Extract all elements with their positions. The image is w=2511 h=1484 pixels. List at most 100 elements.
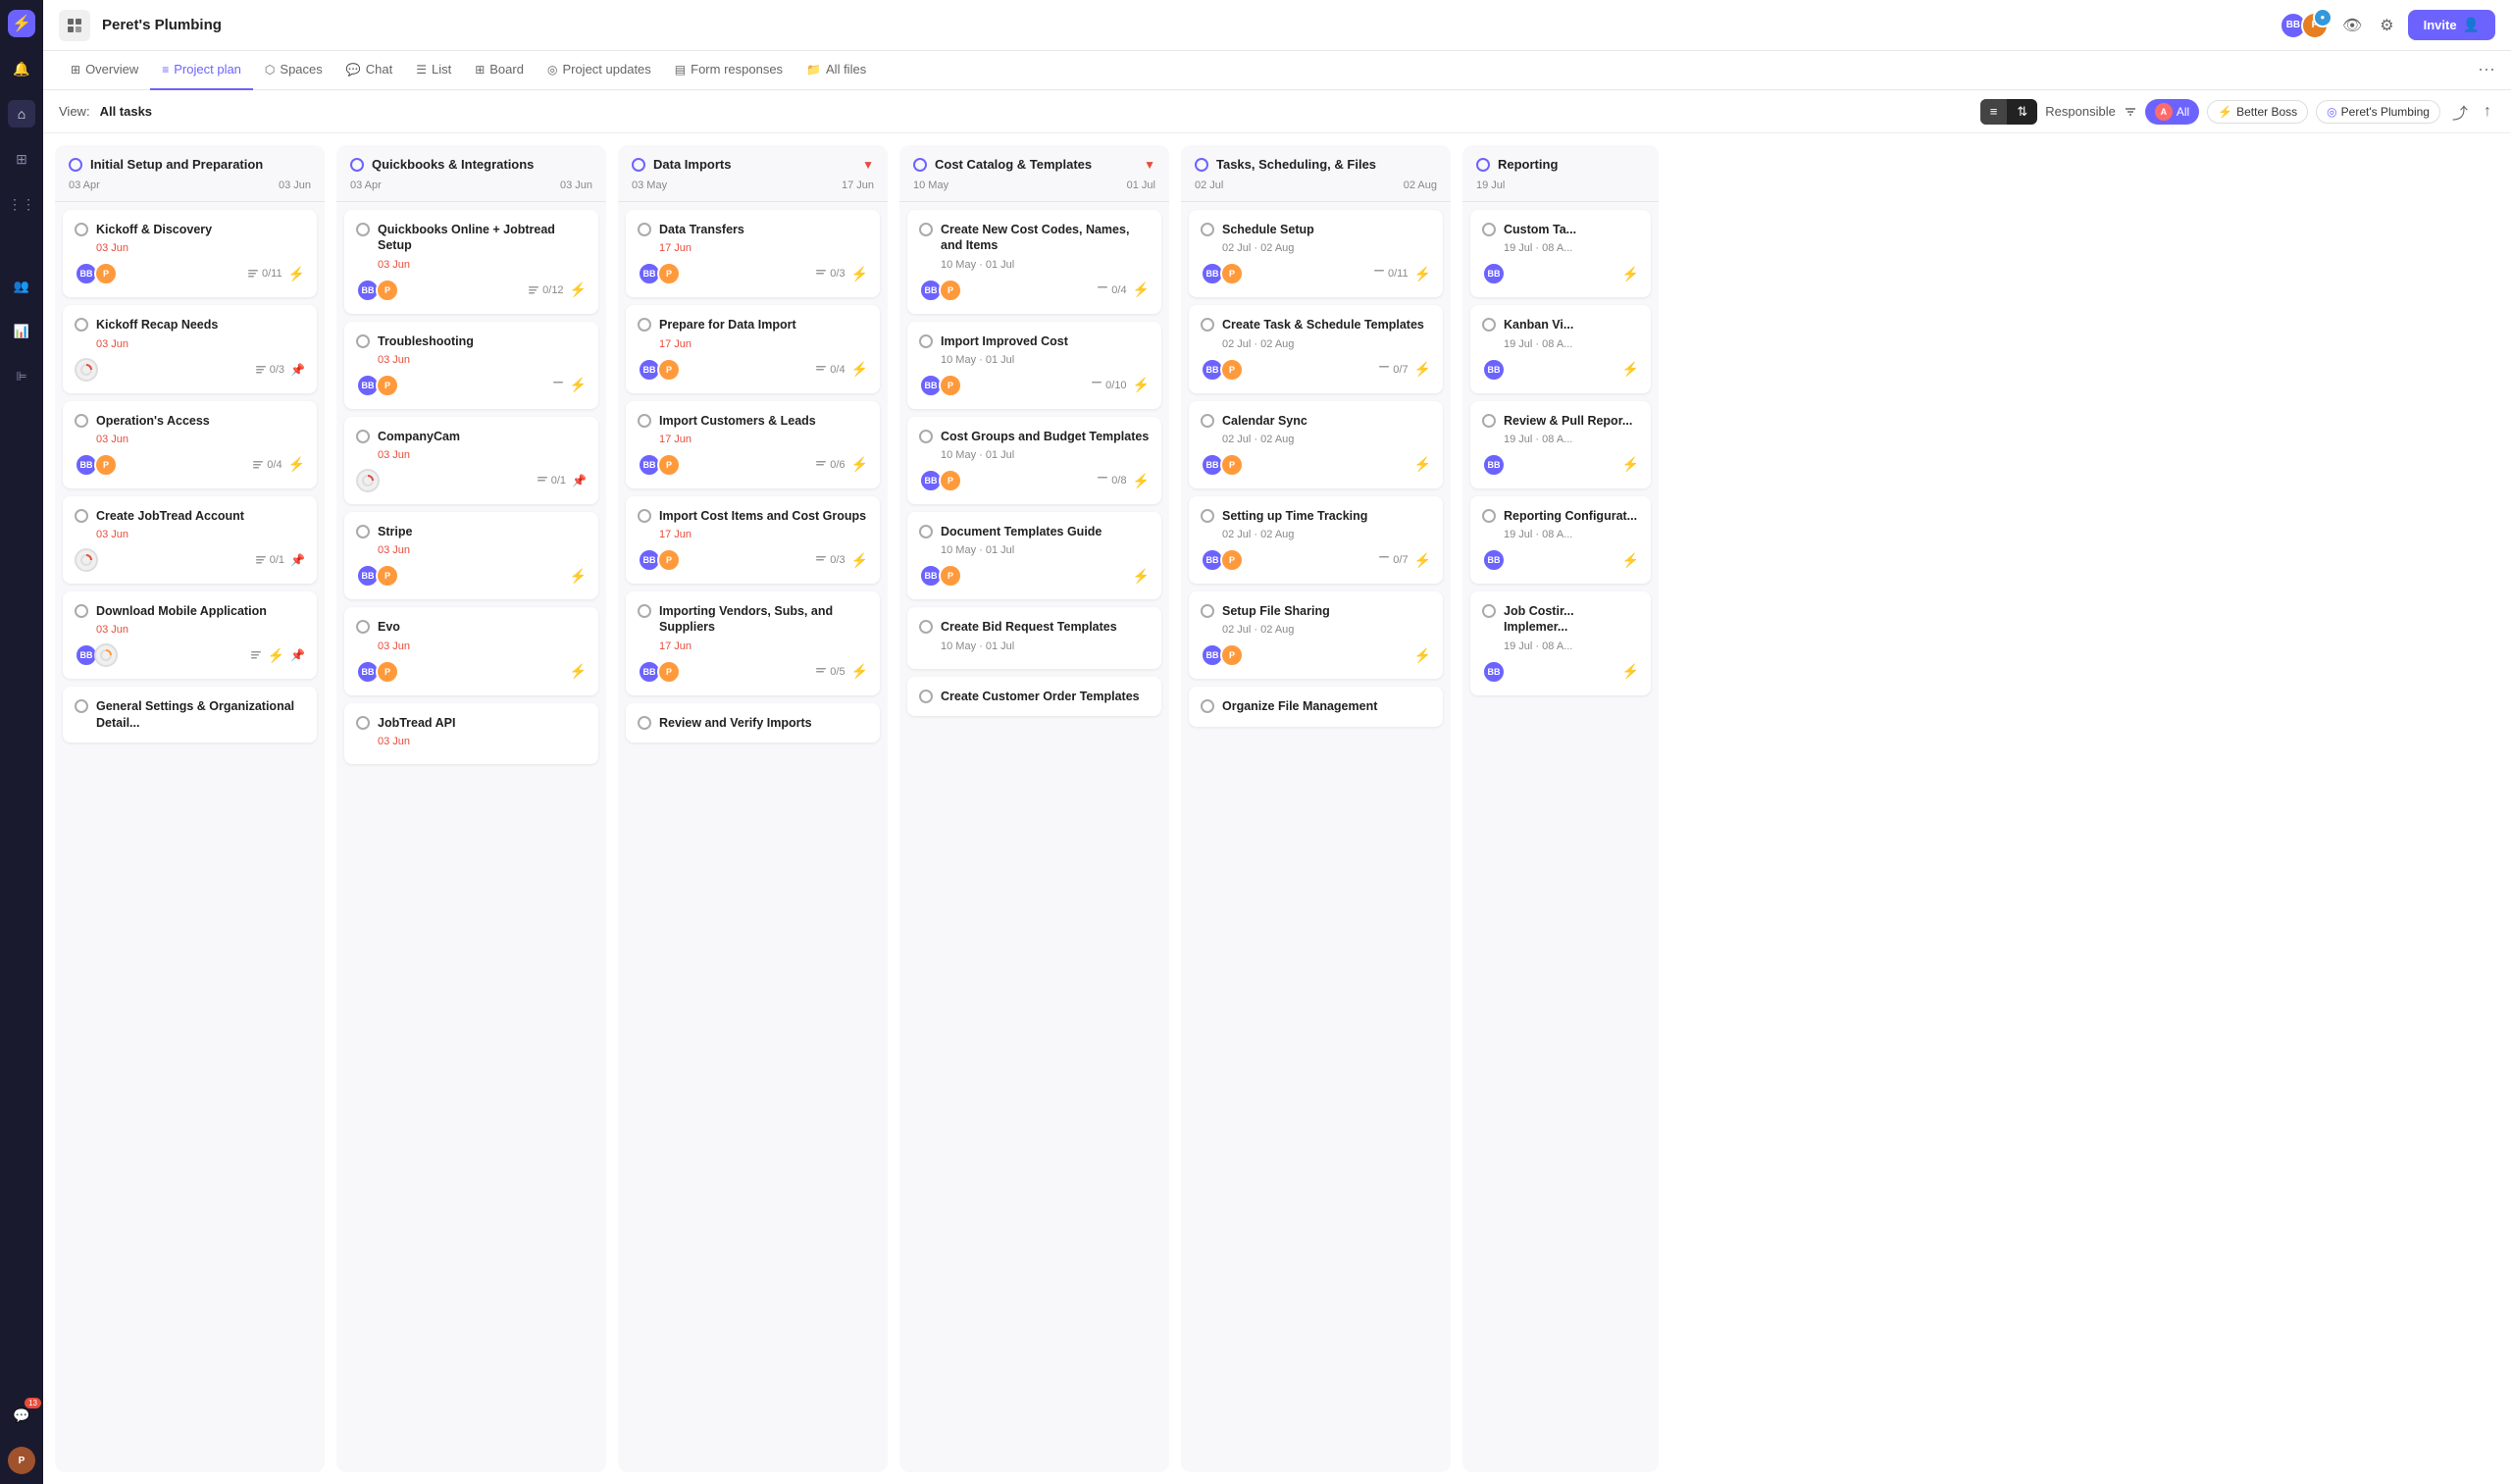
- avatar: P: [657, 660, 681, 684]
- card-organize-file-mgmt[interactable]: Organize File Management: [1189, 687, 1443, 726]
- card-title: JobTread API: [378, 715, 587, 731]
- board: Initial Setup and Preparation 03 Apr 03 …: [43, 133, 2511, 1484]
- tab-all-files-label: All files: [826, 62, 866, 77]
- invite-button[interactable]: Invite 👤: [2408, 10, 2495, 40]
- col-date-start: 03 Apr: [350, 179, 382, 191]
- tab-list[interactable]: ☰ List: [404, 51, 463, 90]
- card-document-templates[interactable]: Document Templates Guide 10 May · 01 Jul…: [907, 512, 1161, 599]
- card-stripe[interactable]: Stripe 03 Jun BB P ⚡: [344, 512, 598, 599]
- card-general-settings[interactable]: General Settings & Organizational Detail…: [63, 687, 317, 742]
- card-calendar-sync[interactable]: Calendar Sync 02 Jul · 02 Aug BB P ⚡: [1189, 401, 1443, 488]
- sidebar-filter[interactable]: ⊫: [8, 363, 35, 390]
- card-create-task-schedule[interactable]: Create Task & Schedule Templates 02 Jul …: [1189, 305, 1443, 392]
- export-button[interactable]: ⤴: [2448, 96, 2472, 128]
- chip-perets-plumbing[interactable]: ◎ Peret's Plumbing: [2316, 100, 2440, 124]
- card-kickoff-discovery[interactable]: Kickoff & Discovery 03 Jun BB P 0/11 ⚡: [63, 210, 317, 297]
- tab-overview[interactable]: ⊞ Overview: [59, 51, 150, 90]
- card-kanban-vi[interactable]: Kanban Vi... 19 Jul · 08 A... BB ⚡: [1470, 305, 1651, 392]
- card-title: Create Task & Schedule Templates: [1222, 317, 1431, 333]
- share-button[interactable]: ↑: [2480, 99, 2495, 125]
- card-job-costing[interactable]: Job Costir... Implemer... 19 Jul · 08 A.…: [1470, 591, 1651, 695]
- tab-board[interactable]: ⊞ Board: [463, 51, 536, 90]
- sidebar-team[interactable]: 👥: [8, 273, 35, 300]
- settings-button[interactable]: ⚙: [2376, 12, 2397, 39]
- card-create-cost-codes[interactable]: Create New Cost Codes, Names, and Items …: [907, 210, 1161, 314]
- task-count: 0/11: [1373, 268, 1409, 280]
- card-custom-ta[interactable]: Custom Ta... 19 Jul · 08 A... BB ⚡: [1470, 210, 1651, 297]
- card-jobtread-api[interactable]: JobTread API 03 Jun: [344, 703, 598, 764]
- card-review-verify[interactable]: Review and Verify Imports: [626, 703, 880, 742]
- avatar: P: [376, 279, 399, 302]
- sidebar-home[interactable]: ⌂: [8, 100, 35, 128]
- sidebar-reports[interactable]: 📊: [8, 318, 35, 345]
- task-count-icon: [255, 364, 267, 376]
- col-date-end: 01 Jul: [1127, 179, 1155, 191]
- card-data-transfers[interactable]: Data Transfers 17 Jun BB P 0/3 ⚡: [626, 210, 880, 297]
- card-companycam[interactable]: CompanyCam 03 Jun 0/1 📌: [344, 417, 598, 504]
- card-status-circle: [1201, 604, 1214, 618]
- card-import-cost-items[interactable]: Import Cost Items and Cost Groups 17 Jun…: [626, 496, 880, 584]
- avatar-stack: BB P: [75, 453, 118, 477]
- card-quickbooks-setup[interactable]: Quickbooks Online + Jobtread Setup 03 Ju…: [344, 210, 598, 314]
- chip-better-boss[interactable]: ⚡ Better Boss: [2207, 100, 2308, 124]
- toggle-filter-view[interactable]: ⇅: [2007, 99, 2037, 125]
- view-value[interactable]: All tasks: [100, 104, 152, 119]
- task-count-icon: [1091, 380, 1102, 391]
- project-updates-icon: ◎: [547, 63, 557, 77]
- avatar-spinner: [75, 358, 98, 382]
- sidebar-messages[interactable]: 💬: [8, 1402, 35, 1429]
- sidebar-user-avatar[interactable]: P: [8, 1447, 35, 1474]
- task-count-value: 0/4: [267, 459, 282, 471]
- nav-more-button[interactable]: ⋯: [2478, 60, 2495, 80]
- responsible-filter-icon[interactable]: [2124, 105, 2137, 119]
- toggle-list-view[interactable]: ≡: [1980, 99, 2008, 125]
- chip-all[interactable]: A All: [2145, 99, 2199, 125]
- card-status-circle: [75, 509, 88, 523]
- card-title: Stripe: [378, 524, 587, 539]
- card-status-circle: [919, 690, 933, 703]
- card-bid-request-templates[interactable]: Create Bid Request Templates 10 May · 01…: [907, 607, 1161, 668]
- avatar: BB: [1482, 358, 1506, 382]
- tab-project-updates[interactable]: ◎ Project updates: [536, 51, 663, 90]
- card-importing-vendors[interactable]: Importing Vendors, Subs, and Suppliers 1…: [626, 591, 880, 695]
- card-troubleshooting[interactable]: Troubleshooting 03 Jun BB P ⚡: [344, 322, 598, 409]
- sidebar-logo[interactable]: ⚡: [8, 10, 35, 37]
- column-quickbooks-header: Quickbooks & Integrations: [336, 145, 606, 179]
- tab-project-plan[interactable]: ≡ Project plan: [150, 51, 253, 90]
- task-count: 0/7: [1378, 554, 1408, 566]
- card-prepare-data-import[interactable]: Prepare for Data Import 17 Jun BB P 0/4 …: [626, 305, 880, 392]
- card-download-mobile[interactable]: Download Mobile Application 03 Jun BB: [63, 591, 317, 679]
- task-count: 0/1: [255, 554, 284, 566]
- lightning-icon: ⚡: [851, 361, 868, 378]
- eye-button[interactable]: 👁: [2338, 12, 2366, 39]
- card-evo[interactable]: Evo 03 Jun BB P ⚡: [344, 607, 598, 694]
- card-reporting-config[interactable]: Reporting Configurat... 19 Jul · 08 A...…: [1470, 496, 1651, 584]
- tab-all-files[interactable]: 📁 All files: [794, 51, 878, 90]
- card-review-pull[interactable]: Review & Pull Repor... 19 Jul · 08 A... …: [1470, 401, 1651, 488]
- card-kickoff-recap[interactable]: Kickoff Recap Needs 03 Jun 0/3: [63, 305, 317, 392]
- card-time-tracking[interactable]: Setting up Time Tracking 02 Jul · 02 Aug…: [1189, 496, 1443, 584]
- card-schedule-setup[interactable]: Schedule Setup 02 Jul · 02 Aug BB P 0/11…: [1189, 210, 1443, 297]
- card-import-improved-cost[interactable]: Import Improved Cost 10 May · 01 Jul BB …: [907, 322, 1161, 409]
- task-count: [250, 649, 262, 661]
- notification-dot: ●: [2313, 8, 2332, 27]
- col-date-start: 03 Apr: [69, 179, 100, 191]
- card-operations-access[interactable]: Operation's Access 03 Jun BB P 0/4 ⚡: [63, 401, 317, 488]
- card-cost-groups-budget[interactable]: Cost Groups and Budget Templates 10 May …: [907, 417, 1161, 504]
- tab-spaces[interactable]: ⬡ Spaces: [253, 51, 334, 90]
- tab-chat[interactable]: 💬 Chat: [334, 51, 404, 90]
- avatar: P: [657, 453, 681, 477]
- avatar: P: [1220, 453, 1244, 477]
- card-create-jobtread[interactable]: Create JobTread Account 03 Jun 0/1: [63, 496, 317, 584]
- lightning-icon: ⚡: [1622, 552, 1639, 569]
- card-import-customers[interactable]: Import Customers & Leads 17 Jun BB P 0/6…: [626, 401, 880, 488]
- sidebar-menu[interactable]: ⋮⋮: [8, 190, 35, 218]
- tab-form-responses[interactable]: ▤ Form responses: [663, 51, 794, 90]
- sidebar-notifications[interactable]: 🔔: [8, 55, 35, 82]
- column-quickbooks: Quickbooks & Integrations 03 Apr 03 Jun …: [336, 145, 606, 1472]
- avatar: P: [94, 262, 118, 285]
- view-label: View:: [59, 104, 90, 119]
- sidebar-grid[interactable]: ⊞: [8, 145, 35, 173]
- card-customer-order-templates[interactable]: Create Customer Order Templates: [907, 677, 1161, 716]
- card-setup-file-sharing[interactable]: Setup File Sharing 02 Jul · 02 Aug BB P …: [1189, 591, 1443, 679]
